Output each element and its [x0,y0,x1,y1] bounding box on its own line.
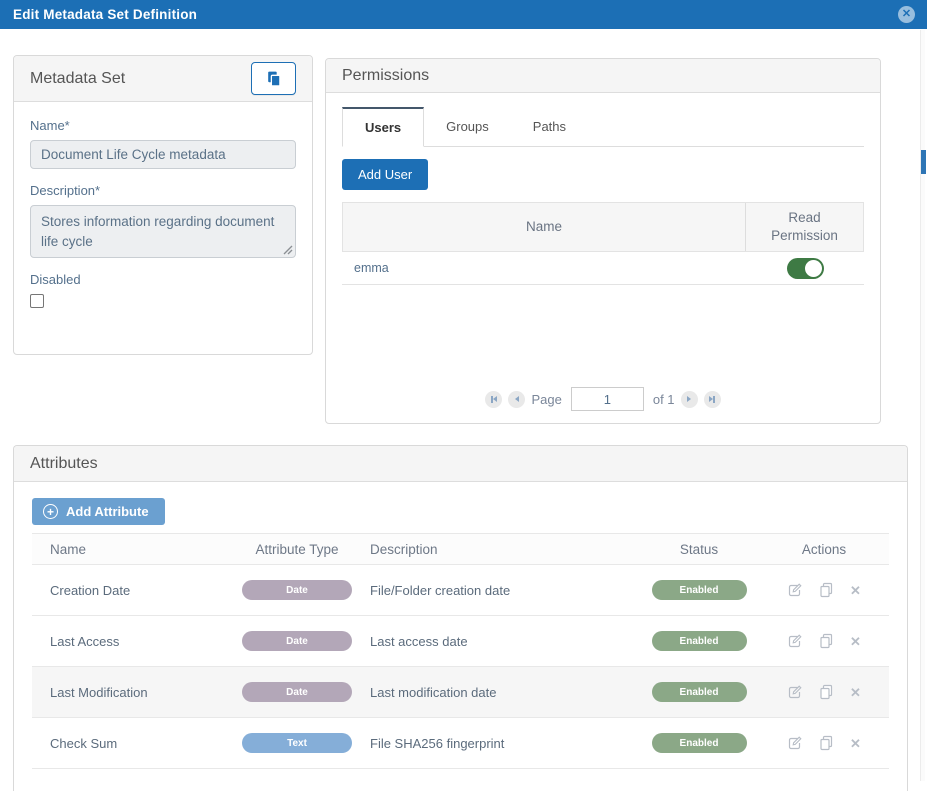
page-number-input[interactable] [571,387,644,411]
column-header-attribute-type: Attribute Type [232,542,362,557]
first-page-arrow-icon [493,396,497,402]
close-icon[interactable]: ✕ [898,6,915,23]
edit-metadata-dialog: { "colors": { "header_blue": "#1c6fb5", … [0,0,927,781]
attribute-name: Creation Date [32,583,232,598]
edit-icon[interactable] [787,684,803,700]
metadata-set-panel: Metadata Set Name* Description* Stores i… [13,55,313,355]
permissions-panel-header: Permissions [326,59,880,93]
attributes-panel: Attributes + Add Attribute Name Attribut… [13,445,908,791]
disabled-checkbox[interactable] [30,294,44,308]
edit-icon[interactable] [787,735,803,751]
delete-icon[interactable]: ✕ [850,737,861,750]
table-row: Check Sum Text File SHA256 fingerprint E… [32,718,889,769]
duplicate-icon[interactable] [819,633,834,649]
toggle-knob [805,260,822,277]
status-badge: Enabled [652,733,747,753]
name-field[interactable] [30,140,296,169]
status-badge: Enabled [652,631,747,651]
attributes-panel-body: + Add Attribute Name Attribute Type Desc… [14,482,907,769]
next-page-icon [687,396,691,402]
page-scrollbar-thumb[interactable] [921,150,926,174]
column-header-read-permission: Read Permission [745,203,863,251]
status-badge: Enabled [652,682,747,702]
page-label: Page [531,392,561,407]
dialog-titlebar: Edit Metadata Set Definition ✕ [0,0,927,29]
dialog-title: Edit Metadata Set Definition [13,7,197,22]
attribute-description: File SHA256 fingerprint [362,736,639,751]
table-row: Last Modification Date Last modification… [32,667,889,718]
attributes-table: Name Attribute Type Description Status A… [32,533,889,769]
attribute-name: Last Access [32,634,232,649]
status-badge: Enabled [652,580,747,600]
read-permission-cell [746,258,864,279]
tab-paths[interactable]: Paths [511,107,588,146]
attribute-type-badge: Date [242,631,352,651]
metadata-set-panel-header: Metadata Set [14,56,312,102]
attribute-description: Last access date [362,634,639,649]
metadata-set-panel-title: Metadata Set [30,70,125,88]
attributes-panel-header: Attributes [14,446,907,482]
last-page-icon [713,396,715,403]
last-page-button[interactable] [704,391,721,408]
edit-icon[interactable] [787,582,803,598]
disabled-label: Disabled [30,272,296,287]
table-row: Last Access Date Last access date Enable… [32,616,889,667]
plus-icon: + [43,504,58,519]
delete-icon[interactable]: ✕ [850,686,861,699]
column-header-name: Name [343,203,745,251]
tab-groups[interactable]: Groups [424,107,511,146]
attribute-name: Last Modification [32,685,232,700]
description-label: Description* [30,183,296,198]
table-row: emma [342,252,864,285]
column-header-status: Status [639,542,759,557]
table-row: Creation Date Date File/Folder creation … [32,565,889,616]
attribute-type-badge: Date [242,682,352,702]
column-header-description: Description [362,542,639,557]
duplicate-icon[interactable] [819,684,834,700]
previous-page-icon [515,396,519,402]
description-value: Stores information regarding document li… [41,214,274,249]
tab-groups-label: Groups [446,119,489,134]
attribute-type-badge: Text [242,733,352,753]
duplicate-icon[interactable] [819,735,834,751]
permissions-panel-body: Users Groups Paths Add User Name Read Pe… [326,93,880,423]
column-header-name: Name [32,542,232,557]
tab-users[interactable]: Users [342,107,424,147]
pagination: Page of 1 [326,387,880,411]
permissions-tabbar: Users Groups Paths [342,107,864,147]
permissions-panel-title: Permissions [342,67,429,85]
user-name: emma [342,261,746,275]
attributes-panel-title: Attributes [30,455,98,473]
edit-icon[interactable] [787,633,803,649]
attribute-description: Last modification date [362,685,639,700]
permissions-table-header: Name Read Permission [342,202,864,252]
attribute-description: File/Folder creation date [362,583,639,598]
add-user-button[interactable]: Add User [342,159,428,190]
name-label: Name* [30,118,296,133]
next-page-button[interactable] [681,391,698,408]
tab-paths-label: Paths [533,119,566,134]
column-header-actions: Actions [759,542,889,557]
read-permission-toggle[interactable] [787,258,824,279]
add-attribute-button[interactable]: + Add Attribute [32,498,165,525]
duplicate-icon[interactable] [819,582,834,598]
delete-icon[interactable]: ✕ [850,635,861,648]
attribute-name: Check Sum [32,736,232,751]
delete-icon[interactable]: ✕ [850,584,861,597]
add-attribute-label: Add Attribute [66,504,149,519]
previous-page-button[interactable] [508,391,525,408]
first-page-button[interactable] [485,391,502,408]
metadata-set-panel-body: Name* Description* Stores information re… [14,102,312,324]
copy-metadata-set-button[interactable] [251,62,296,95]
description-field[interactable]: Stores information regarding document li… [30,205,296,258]
permissions-panel: Permissions Users Groups Paths Add User … [325,58,881,424]
copy-icon [265,70,282,87]
permissions-table: Name Read Permission emma [342,202,864,285]
page-count-label: of 1 [653,392,675,407]
tab-users-label: Users [365,120,401,135]
attributes-table-header: Name Attribute Type Description Status A… [32,533,889,565]
page-scrollbar-track[interactable] [920,30,925,781]
attribute-type-badge: Date [242,580,352,600]
resize-handle-icon[interactable] [282,244,293,255]
